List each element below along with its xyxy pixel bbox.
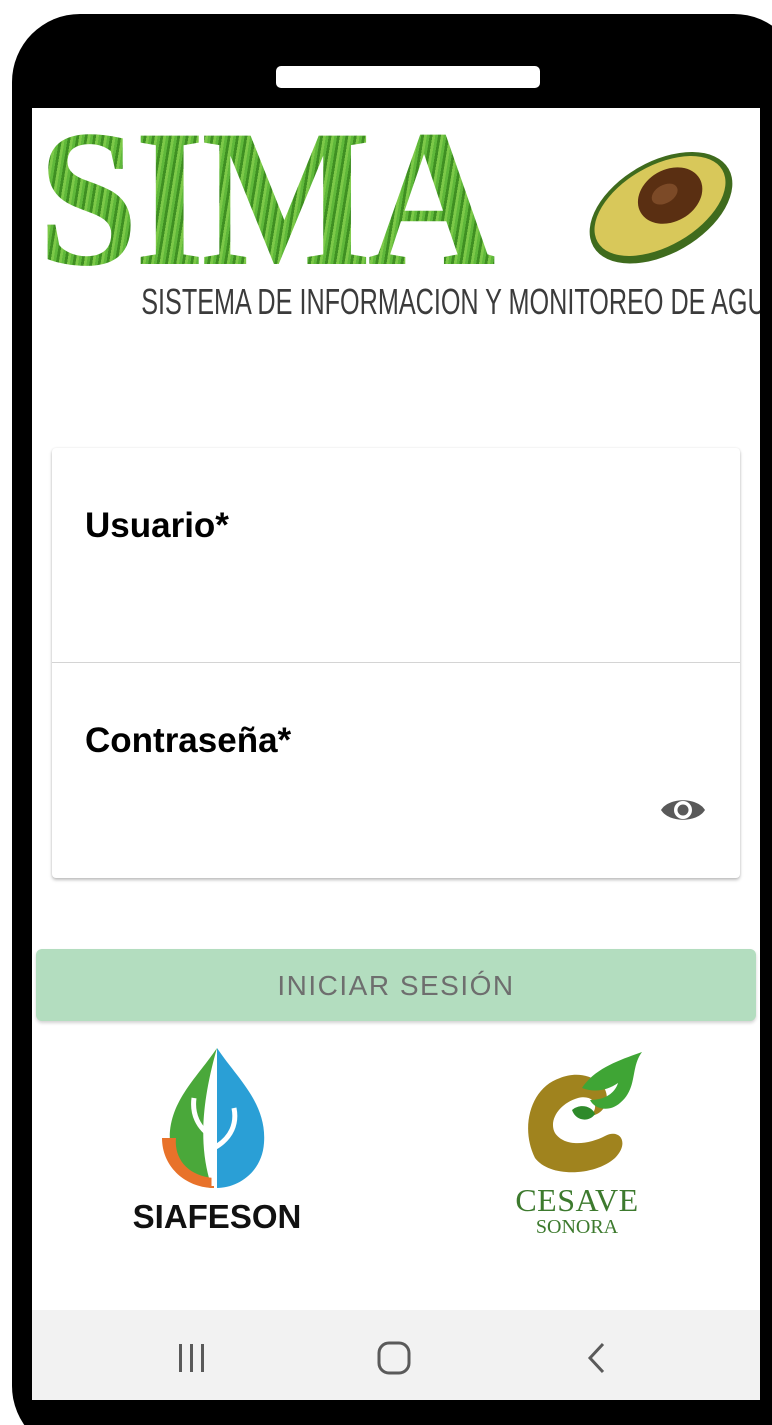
login-form-card: Usuario* Contraseña* (52, 448, 740, 878)
siafeson-logo: SIAFESON (112, 1048, 332, 1238)
login-button[interactable]: INICIAR SESIÓN (36, 949, 756, 1021)
username-input[interactable] (85, 568, 669, 630)
phone-speaker (276, 66, 540, 88)
recents-button[interactable] (162, 1330, 222, 1386)
password-input[interactable] (85, 783, 669, 845)
back-icon (587, 1342, 605, 1374)
home-button[interactable] (364, 1330, 424, 1386)
logo-subtitle: SISTEMA DE INFORMACION Y MONITOREO DE AG… (141, 281, 760, 322)
android-navbar (32, 1310, 760, 1400)
password-label: Contraseña* (85, 721, 292, 760)
siafeson-emblem-icon (162, 1048, 265, 1188)
avocado-icon (589, 151, 733, 264)
cesave-region: SONORA (535, 1216, 619, 1238)
siafeson-name: SIAFESON (132, 1198, 302, 1235)
page: SIMA SISTEMA DE INFORMACION Y MONITOREO … (0, 0, 772, 1425)
sima-logo: SIMA SISTEMA DE INFORMACION Y MONITOREO … (32, 108, 760, 348)
logo-wordmark: SIMA (38, 108, 498, 307)
username-field[interactable]: Usuario* (52, 448, 740, 663)
home-icon (377, 1341, 411, 1375)
cesave-name: CESAVE (515, 1182, 639, 1218)
username-label: Usuario* (85, 506, 229, 545)
eye-icon[interactable] (659, 793, 707, 827)
password-field[interactable]: Contraseña* (52, 663, 740, 877)
cesave-logo: CESAVE SONORA (492, 1048, 672, 1248)
app-screen: SIMA SISTEMA DE INFORMACION Y MONITOREO … (32, 108, 760, 1400)
cesave-emblem-icon (528, 1052, 642, 1173)
recents-icon (179, 1344, 204, 1372)
back-button[interactable] (568, 1330, 628, 1386)
